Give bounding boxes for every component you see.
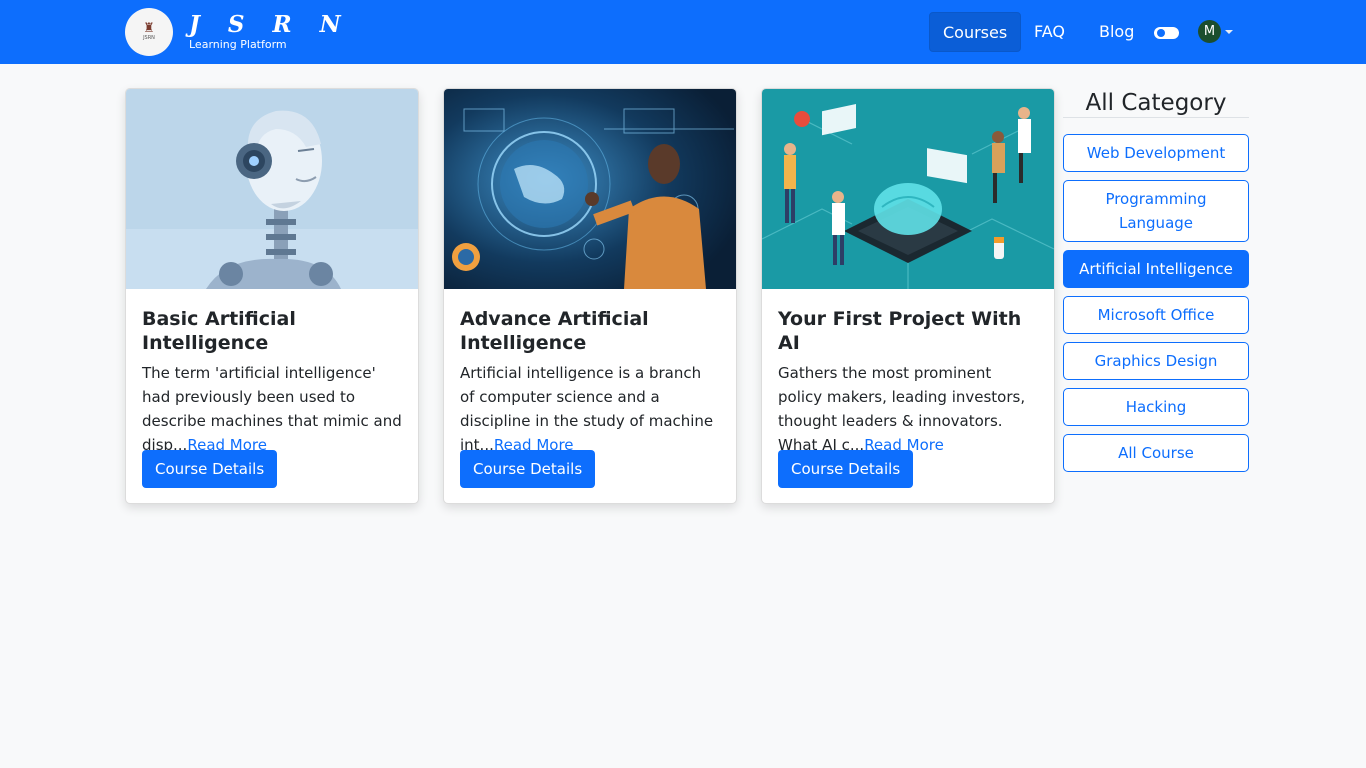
category-all-course[interactable]: All Course bbox=[1063, 434, 1249, 472]
navbar: ♜ JSRN J S R N Learning Platform Courses… bbox=[0, 0, 1366, 64]
category-web-development[interactable]: Web Development bbox=[1063, 134, 1249, 172]
category-hacking[interactable]: Hacking bbox=[1063, 388, 1249, 426]
logo-emblem-icon: ♜ bbox=[143, 21, 155, 36]
nav-blog[interactable]: Blog bbox=[1086, 12, 1147, 52]
category-graphics-design[interactable]: Graphics Design bbox=[1063, 342, 1249, 380]
category-title: All Category bbox=[1085, 90, 1227, 116]
brand-title: J S R N bbox=[189, 11, 351, 38]
card-body: Basic Artificial Intelligence The term '… bbox=[142, 289, 402, 457]
course-image-hologram bbox=[444, 89, 736, 289]
brand-text: J S R N Learning Platform bbox=[189, 12, 351, 52]
course-details-button[interactable]: Course Details bbox=[142, 450, 278, 488]
course-title: Advance Artificial Intelligence bbox=[460, 308, 649, 354]
chevron-down-icon[interactable] bbox=[1225, 30, 1233, 34]
category-microsoft-office[interactable]: Microsoft Office bbox=[1063, 296, 1249, 334]
logo: ♜ JSRN bbox=[125, 8, 173, 56]
course-title: Your First Project With AI bbox=[778, 308, 1022, 354]
logo-mark: JSRN bbox=[143, 35, 155, 41]
category-artificial-intelligence[interactable]: Artificial Intelligence bbox=[1063, 250, 1249, 288]
card-body: Your First Project With AI Gathers the m… bbox=[778, 289, 1038, 457]
nav-faq[interactable]: FAQ bbox=[1021, 12, 1078, 52]
description-text: The term 'artificial intelligence' had p… bbox=[142, 364, 402, 454]
course-description: Gathers the most prominent policy makers… bbox=[778, 361, 1038, 457]
brand[interactable]: ♜ JSRN J S R N Learning Platform bbox=[125, 8, 351, 56]
course-details-button[interactable]: Course Details bbox=[778, 450, 914, 488]
brand-subtitle: Learning Platform bbox=[189, 38, 287, 51]
course-title: Basic Artificial Intelligence bbox=[142, 308, 296, 354]
avatar[interactable]: M bbox=[1198, 20, 1221, 43]
nav-courses[interactable]: Courses bbox=[929, 12, 1022, 52]
theme-toggle[interactable] bbox=[1154, 27, 1179, 39]
course-card: Basic Artificial Intelligence The term '… bbox=[125, 88, 419, 504]
course-card: Your First Project With AI Gathers the m… bbox=[761, 88, 1055, 504]
course-image-robot bbox=[126, 89, 418, 289]
toggle-knob bbox=[1157, 29, 1165, 37]
course-description: The term 'artificial intelligence' had p… bbox=[142, 361, 402, 457]
divider bbox=[1063, 117, 1249, 118]
course-image-isometric bbox=[762, 89, 1054, 289]
category-programming-language[interactable]: Programming Language bbox=[1063, 180, 1249, 242]
card-body: Advance Artificial Intelligence Artifici… bbox=[460, 289, 720, 457]
course-card: Advance Artificial Intelligence Artifici… bbox=[443, 88, 737, 504]
course-details-button[interactable]: Course Details bbox=[460, 450, 596, 488]
course-description: Artificial intelligence is a branch of c… bbox=[460, 361, 720, 457]
